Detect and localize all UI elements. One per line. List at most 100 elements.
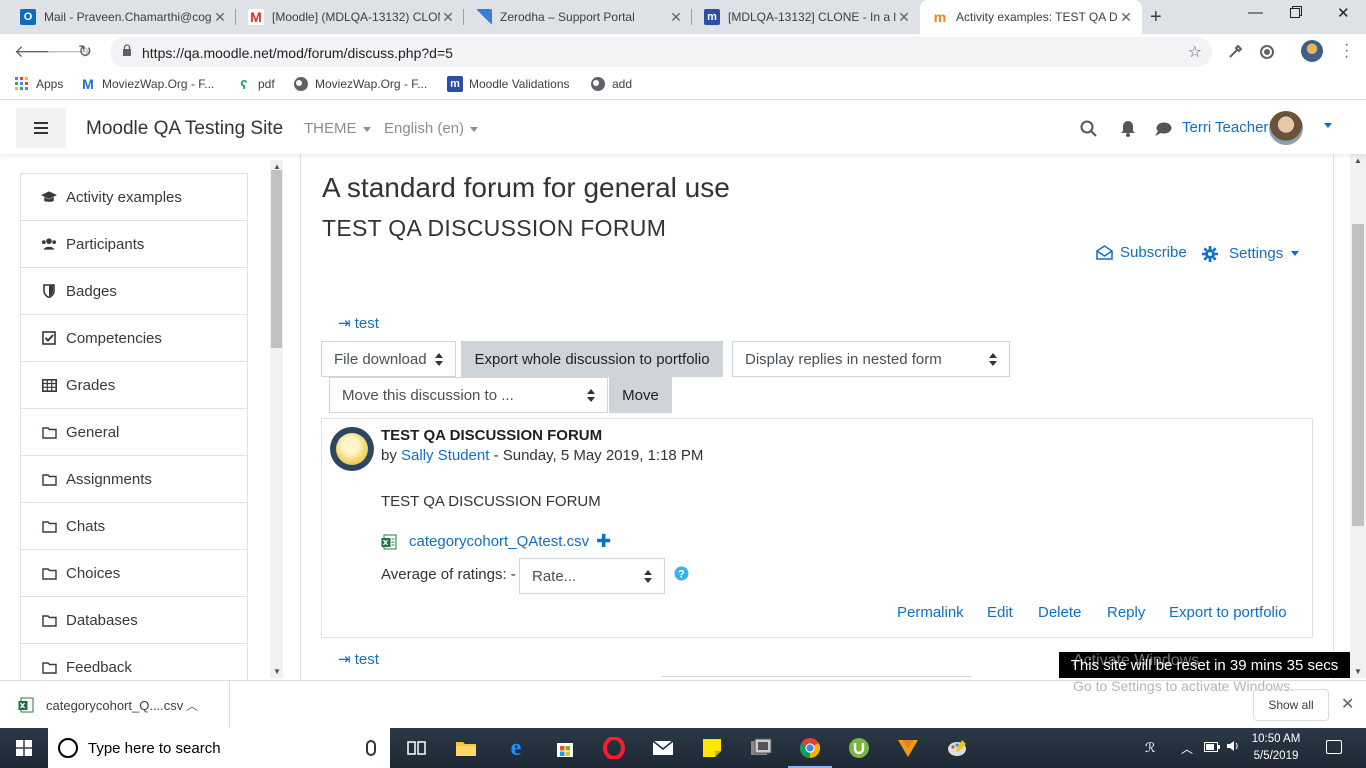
edge-browser-icon[interactable]: e <box>504 735 528 761</box>
battery-icon[interactable] <box>1204 740 1220 755</box>
utorrent-icon[interactable] <box>847 736 871 760</box>
caret-down-icon <box>1291 251 1300 256</box>
bookmark-add[interactable]: add <box>590 76 632 92</box>
extension-circle-icon[interactable] <box>1259 44 1275 60</box>
user-menu-caret-icon[interactable] <box>1324 123 1332 128</box>
image-viewer-icon[interactable] <box>749 736 773 760</box>
nav-item-grades[interactable]: Grades <box>21 362 247 409</box>
nav-item-competencies[interactable]: Competencies <box>21 315 247 362</box>
download-item[interactable]: categorycohort_Q....csv ︿ <box>0 681 230 729</box>
settings-menu[interactable]: Settings <box>1202 245 1300 262</box>
opera-icon[interactable] <box>602 736 626 760</box>
help-question-icon[interactable]: ? <box>674 566 689 581</box>
export-to-portfolio-link[interactable]: Export to portfolio <box>1169 604 1287 621</box>
rate-select[interactable]: Rate... <box>519 558 665 594</box>
move-discussion-select[interactable]: Move this discussion to ... <box>329 377 608 413</box>
bookmark-star-icon[interactable]: ☆ <box>1188 42 1202 62</box>
volume-icon[interactable] <box>1226 740 1240 755</box>
people-icon[interactable]: ℛ <box>1145 740 1155 756</box>
next-discussion-link[interactable]: ⇥ test <box>338 650 379 668</box>
paint-icon[interactable] <box>945 736 969 760</box>
windows-start-icon[interactable] <box>16 740 32 756</box>
scrollbar-thumb[interactable] <box>1352 224 1364 526</box>
nav-item-choices[interactable]: Choices <box>21 550 247 597</box>
task-view-icon[interactable] <box>405 736 429 760</box>
site-name[interactable]: Moodle QA Testing Site <box>86 118 283 140</box>
scroll-down-icon[interactable]: ▼ <box>1354 667 1362 676</box>
scrollbar-thumb[interactable] <box>271 170 282 348</box>
move-button[interactable]: Move <box>609 377 672 413</box>
bookmark-pdf[interactable]: ʕ pdf <box>236 76 274 92</box>
new-tab-icon[interactable]: + <box>1150 6 1162 29</box>
previous-discussion-link[interactable]: ⇥ test <box>338 314 379 332</box>
chevron-up-icon[interactable]: ︿ <box>1181 740 1193 757</box>
tab-mail[interactable]: O Mail - Praveen.Chamarthi@cognizant.com… <box>8 0 236 34</box>
file-download-select[interactable]: File download <box>321 341 456 377</box>
chevron-up-icon[interactable]: ︿ <box>186 697 198 714</box>
close-icon[interactable]: ✕ <box>440 9 456 26</box>
action-center-icon[interactable] <box>1326 740 1342 754</box>
edit-link[interactable]: Edit <box>987 604 1013 621</box>
messages-chat-icon[interactable] <box>1154 121 1172 137</box>
restore-icon[interactable] <box>1290 5 1302 22</box>
post-author-link[interactable]: Sally Student <box>401 447 489 464</box>
microphone-icon[interactable] <box>366 740 376 756</box>
menu-dots-icon[interactable]: · · · <box>1344 37 1349 65</box>
close-shelf-icon[interactable]: ✕ <box>1341 694 1354 714</box>
portfolio-add-icon[interactable]: ✚ <box>596 531 611 552</box>
user-menu-name[interactable]: Terri Teacher <box>1182 119 1268 136</box>
minimize-icon[interactable]: — <box>1248 4 1263 21</box>
page-scrollbar[interactable]: ▲ ▼ <box>1350 154 1366 678</box>
nav-item-badges[interactable]: Badges <box>21 268 247 315</box>
export-discussion-button[interactable]: Export whole discussion to portfolio <box>461 341 723 377</box>
tab-moodle-mail[interactable]: M [Moodle] (MDLQA-13132) CLONE ✕ <box>236 0 464 34</box>
bookmark-apps[interactable]: Apps <box>14 76 63 92</box>
show-all-downloads-button[interactable]: Show all <box>1253 689 1329 721</box>
nav-item-participants[interactable]: Participants <box>21 221 247 268</box>
close-icon[interactable]: ✕ <box>896 9 912 26</box>
taskbar-search-box[interactable]: Type here to search <box>48 728 390 768</box>
chrome-icon[interactable] <box>788 736 832 768</box>
attachment-link[interactable]: categorycohort_QAtest.csv <box>409 533 589 550</box>
bookmark-moviezwap-1[interactable]: M MoviezWap.Org - F... <box>80 76 214 92</box>
address-bar[interactable]: https://qa.moodle.net/mod/forum/discuss.… <box>110 37 1212 67</box>
drawer-scrollbar[interactable]: ▲ ▼ <box>270 160 283 678</box>
sticky-notes-icon[interactable] <box>700 736 724 760</box>
scroll-down-icon[interactable]: ▼ <box>273 667 281 676</box>
bookmark-moodle-validations[interactable]: m Moodle Validations <box>447 76 570 92</box>
profile-avatar-icon[interactable] <box>1301 40 1323 62</box>
tab-tracker[interactable]: m [MDLQA-13132] CLONE - In a l ✕ <box>692 0 920 34</box>
close-icon[interactable]: ✕ <box>668 9 684 26</box>
window-close-icon[interactable]: ✕ <box>1337 4 1350 22</box>
store-icon[interactable] <box>553 736 577 760</box>
notifications-bell-icon[interactable] <box>1120 120 1136 137</box>
nav-item-chats[interactable]: Chats <box>21 503 247 550</box>
tab-zerodha[interactable]: Zerodha – Support Portal ✕ <box>464 0 692 34</box>
mail-icon[interactable] <box>651 736 675 760</box>
tab-activity-examples[interactable]: m Activity examples: TEST QA DISCUSSION … <box>920 0 1142 34</box>
display-mode-select[interactable]: Display replies in nested form <box>732 341 1010 377</box>
nav-item-general[interactable]: General <box>21 409 247 456</box>
language-menu[interactable]: English (en) <box>384 120 479 137</box>
taskbar-clock[interactable]: 10:50 AM 5/5/2019 <box>1240 731 1312 765</box>
permalink-link[interactable]: Permalink <box>897 604 964 621</box>
nav-item-activity-examples[interactable]: Activity examples <box>21 174 247 221</box>
nav-drawer-toggle-icon[interactable] <box>16 108 66 148</box>
post-author-avatar[interactable] <box>330 427 374 471</box>
eyedropper-icon[interactable] <box>1227 44 1243 60</box>
vlc-style-icon[interactable] <box>896 736 920 760</box>
user-avatar[interactable] <box>1269 111 1303 145</box>
reply-link[interactable]: Reply <box>1107 604 1145 621</box>
search-icon[interactable] <box>1080 120 1097 137</box>
delete-link[interactable]: Delete <box>1038 604 1081 621</box>
scroll-up-icon[interactable]: ▲ <box>1354 156 1362 165</box>
nav-item-databases[interactable]: Databases <box>21 597 247 644</box>
file-explorer-icon[interactable] <box>454 736 478 760</box>
close-icon[interactable]: ✕ <box>212 9 228 26</box>
reload-icon[interactable]: ↻ <box>78 42 92 62</box>
subscribe-link[interactable]: Subscribe <box>1096 244 1187 261</box>
bookmark-moviezwap-2[interactable]: MoviezWap.Org - F... <box>293 76 427 92</box>
theme-menu[interactable]: THEME <box>304 120 371 137</box>
nav-item-assignments[interactable]: Assignments <box>21 456 247 503</box>
close-icon[interactable]: ✕ <box>1118 9 1134 26</box>
